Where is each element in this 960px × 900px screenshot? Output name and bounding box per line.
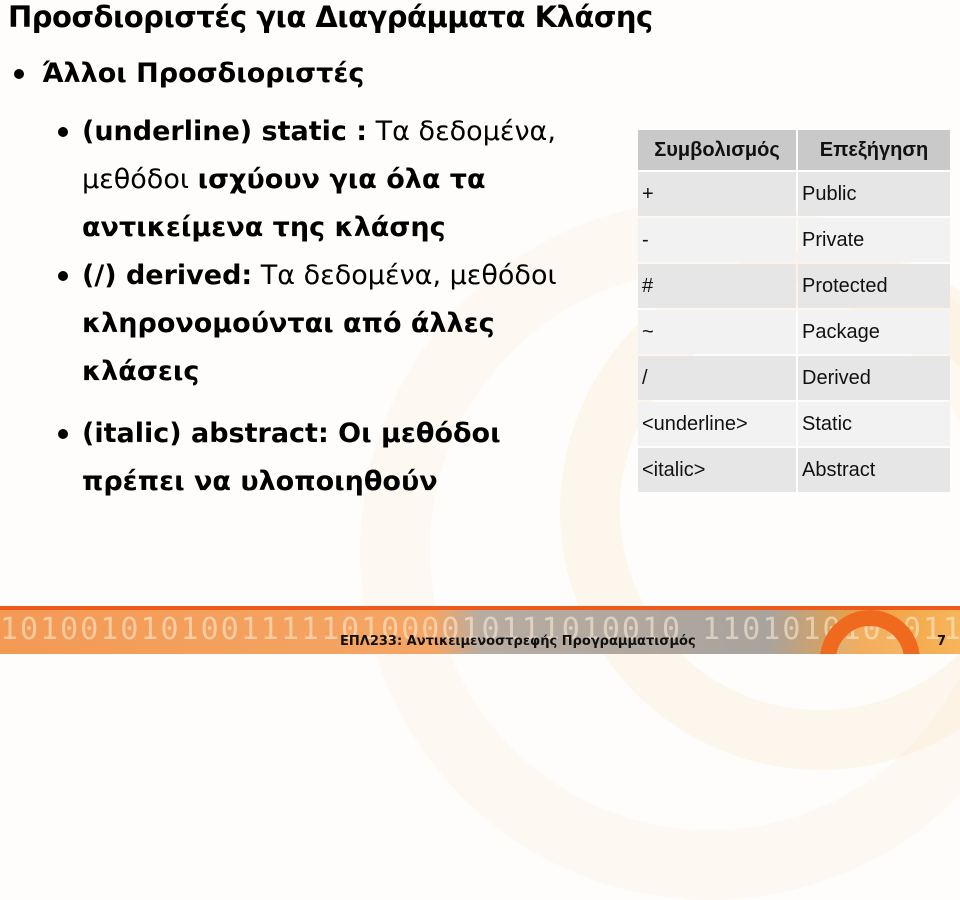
explanation-cell: Abstract <box>798 448 950 492</box>
explanation-cell: Derived <box>798 356 950 400</box>
slide-title: Προσδιοριστές για Διαγράμματα Κλάσης <box>8 0 653 34</box>
bullet-normal: Τα δεδομένα, μεθόδοι <box>252 260 557 291</box>
bullet-lead: (underline) static : <box>82 116 368 147</box>
symbol-cell: + <box>638 172 796 216</box>
bullet-text: (/) derived: Τα δεδομένα, μεθόδοι κληρον… <box>82 252 618 396</box>
bullet-icon <box>58 271 68 281</box>
table-row: / Derived <box>638 356 950 400</box>
explanation-cell: Package <box>798 310 950 354</box>
table-row: <italic> Abstract <box>638 448 950 492</box>
bullet-icon <box>14 68 24 79</box>
bullet-lead: (/) derived: <box>82 260 253 291</box>
page-number: 7 <box>936 634 946 649</box>
symbol-cell: <underline> <box>638 402 796 446</box>
bullet-static: (underline) static : Τα δεδομένα, μεθόδο… <box>58 108 618 252</box>
bullet-text: (underline) static : Τα δεδομένα, μεθόδο… <box>82 108 618 252</box>
table-row: <underline> Static <box>638 402 950 446</box>
bullet-emphasis: κληρονομούνται από άλλες κλάσεις <box>82 308 495 387</box>
explanation-cell: Private <box>798 218 950 262</box>
symbol-cell: ~ <box>638 310 796 354</box>
course-name: ΕΠΛ233: Αντικειμενοστρεφής Προγραμματισμ… <box>340 634 696 649</box>
symbol-cell: # <box>638 264 796 308</box>
header-symbol: Συμβολισμός <box>638 130 796 170</box>
table-row: + Public <box>638 172 950 216</box>
bullet-derived: (/) derived: Τα δεδομένα, μεθόδοι κληρον… <box>58 252 618 396</box>
bullet-level1: Άλλοι Προσδιοριστές <box>14 58 364 89</box>
explanation-cell: Protected <box>798 264 950 308</box>
bullet-level1-text: Άλλοι Προσδιοριστές <box>42 58 365 89</box>
footer-divider <box>0 606 960 610</box>
table-row: ~ Package <box>638 310 950 354</box>
table-row: # Protected <box>638 264 950 308</box>
bullet-text: (italic) abstract: Οι μεθόδοι πρέπει να … <box>82 418 501 497</box>
bullet-abstract: (italic) abstract: Οι μεθόδοι πρέπει να … <box>58 410 558 506</box>
explanation-cell: Public <box>798 172 950 216</box>
symbol-cell: - <box>638 218 796 262</box>
table-row: - Private <box>638 218 950 262</box>
slide-footer: 1010010101001111101000010111010010 11010… <box>0 606 960 654</box>
explanation-cell: Static <box>798 402 950 446</box>
bullet-icon <box>58 429 68 439</box>
table-header-row: Συμβολισμός Επεξήγηση <box>638 130 950 170</box>
header-explanation: Επεξήγηση <box>798 130 950 170</box>
bullet-icon <box>58 127 68 137</box>
symbol-cell: <italic> <box>638 448 796 492</box>
visibility-symbols-table: Συμβολισμός Επεξήγηση + Public - Private… <box>636 128 952 494</box>
symbol-cell: / <box>638 356 796 400</box>
